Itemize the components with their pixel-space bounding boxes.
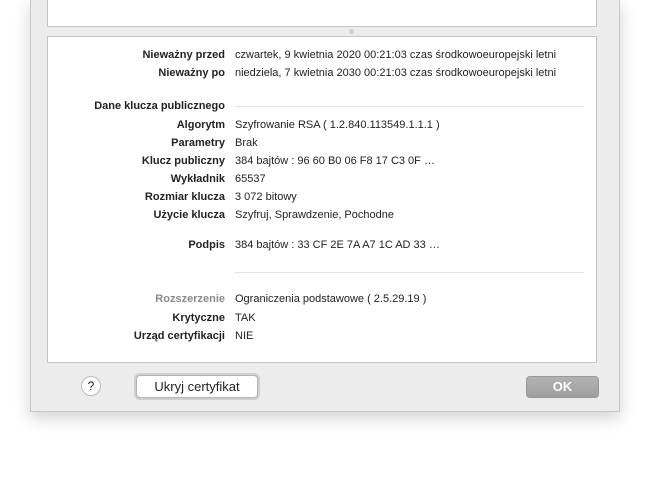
certificate-summary-panel <box>47 0 597 27</box>
detail-row-exponent: Wykładnik 65537 <box>48 173 596 187</box>
ok-button[interactable]: OK <box>526 376 599 398</box>
detail-row-not-valid-after: Nieważny po niedziela, 7 kwietnia 2030 00… <box>48 67 596 81</box>
field-value: 65537 <box>235 173 266 185</box>
certificate-dialog: Nieważny przed czwartek, 9 kwietnia 2020 … <box>30 0 620 412</box>
field-label: Użycie klucza <box>153 209 225 221</box>
field-value: Szyfruj, Sprawdzenie, Pochodne <box>235 209 394 221</box>
field-label: Klucz publiczny <box>141 155 225 167</box>
detail-row-signature: Podpis 384 bajtów : 33 CF 2E 7A A7 1C AD … <box>48 239 596 253</box>
field-label: Urząd certyfikacji <box>133 330 225 342</box>
field-value: czwartek, 9 kwietnia 2020 00:21:03 czas … <box>235 49 557 61</box>
field-value: niedziela, 7 kwietnia 2030 00:21:03 czas… <box>235 67 557 79</box>
detail-row-parameters: Parametry Brak <box>48 137 596 151</box>
section-public-key: Dane klucza publicznego <box>48 100 596 114</box>
field-label: Rozmiar klucza <box>144 191 225 203</box>
field-label: Nieważny przed <box>142 49 225 61</box>
field-value: Ograniczenia podstawowe ( 2.5.29.19 ) <box>235 293 427 305</box>
field-label: Krytyczne <box>172 312 225 324</box>
field-value: NIE <box>235 330 254 342</box>
detail-row-key-size: Rozmiar klucza 3 072 bitowy <box>48 191 596 205</box>
section-divider <box>235 106 584 107</box>
field-label: Nieważny po <box>158 67 225 79</box>
detail-row-key-usage: Użycie klucza Szyfruj, Sprawdzenie, Pocho… <box>48 209 596 223</box>
detail-row-public-key: Klucz publiczny 384 bajtów : 96 60 B0 06 … <box>48 155 596 169</box>
field-label: Parametry <box>171 137 225 149</box>
field-label: Algorytm <box>176 119 225 131</box>
field-value: 384 bajtów : 96 60 B0 06 F8 17 C3 0F … <box>235 155 435 167</box>
detail-row-algorithm: Algorytm Szyfrowanie RSA ( 1.2.840.113549… <box>48 119 596 133</box>
detail-row-critical: Krytyczne TAK <box>48 312 596 326</box>
field-value: 384 bajtów : 33 CF 2E 7A A7 1C AD 33 … <box>235 239 440 251</box>
section-label: Dane klucza publicznego <box>94 100 225 112</box>
field-label: Rozszerzenie <box>155 293 225 305</box>
detail-row-certificate-authority: Urząd certyfikacji NIE <box>48 330 596 344</box>
field-label: Wykładnik <box>170 173 225 185</box>
hide-certificate-button[interactable]: Ukryj certyfikat <box>136 375 258 398</box>
section-divider <box>235 272 584 273</box>
detail-row-not-valid-before: Nieważny przed czwartek, 9 kwietnia 2020 … <box>48 49 596 63</box>
field-value: 3 072 bitowy <box>235 191 297 203</box>
field-value: TAK <box>235 312 256 324</box>
field-value: Szyfrowanie RSA ( 1.2.840.113549.1.1.1 ) <box>235 119 440 131</box>
detail-row-extension: Rozszerzenie Ograniczenia podstawowe ( 2.… <box>48 293 596 307</box>
help-button[interactable]: ? <box>81 376 101 396</box>
certificate-details-panel[interactable]: Nieważny przed czwartek, 9 kwietnia 2020 … <box>47 36 597 363</box>
split-view-divider[interactable] <box>349 29 354 34</box>
field-label: Podpis <box>188 239 225 251</box>
field-value: Brak <box>235 137 258 149</box>
